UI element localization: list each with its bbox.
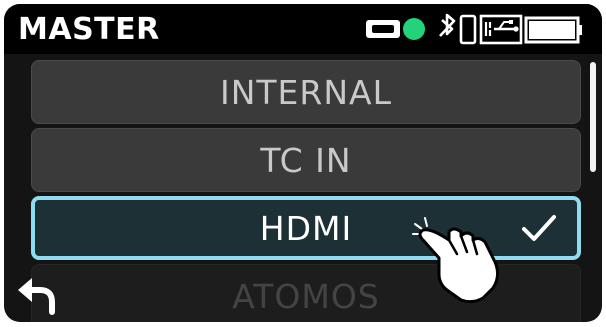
status-bar: MASTER bbox=[4, 4, 602, 54]
scrollbar[interactable] bbox=[590, 62, 596, 172]
device-screen: MASTER INTERNAL TC IN HDMI ATOMOS bbox=[4, 4, 602, 322]
battery-icon bbox=[524, 16, 582, 44]
status-icons bbox=[366, 13, 582, 45]
back-arrow-icon[interactable] bbox=[14, 272, 60, 316]
hdmi-icon bbox=[366, 20, 400, 38]
check-icon bbox=[522, 215, 556, 241]
menu-item-tc-in[interactable]: TC IN bbox=[31, 128, 581, 192]
usb-power-icon bbox=[479, 14, 523, 45]
status-dot-icon bbox=[403, 18, 425, 40]
menu-item-label: TC IN bbox=[260, 140, 352, 180]
touch-hand-icon bbox=[412, 217, 500, 304]
menu-item-label: INTERNAL bbox=[219, 72, 392, 112]
menu-item-internal[interactable]: INTERNAL bbox=[31, 60, 581, 124]
bluetooth-icon bbox=[439, 13, 456, 37]
device-icon bbox=[459, 14, 477, 45]
